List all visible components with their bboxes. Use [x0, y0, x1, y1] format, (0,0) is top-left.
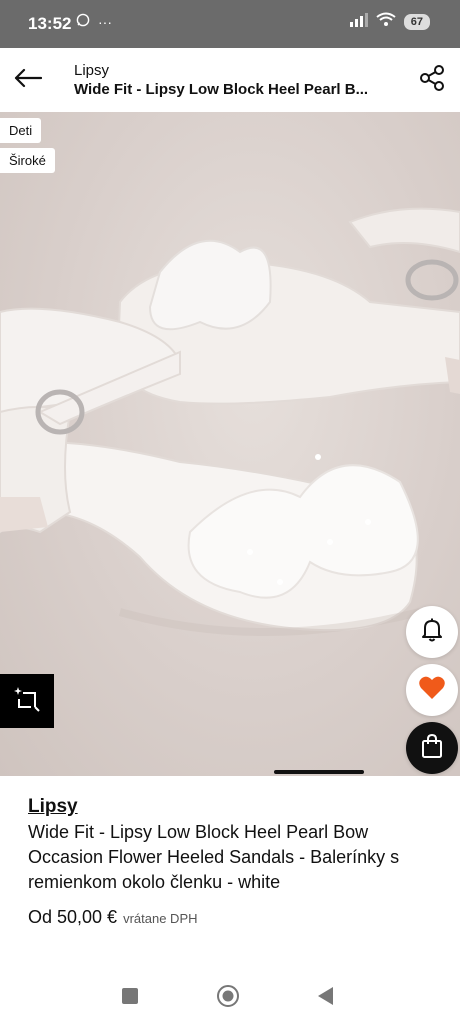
- recents-button[interactable]: [116, 984, 144, 1012]
- app-header: Lipsy Wide Fit - Lipsy Low Block Heel Pe…: [0, 48, 460, 112]
- header-brand: Lipsy: [74, 62, 110, 79]
- system-back-button[interactable]: [312, 984, 340, 1012]
- add-to-bag-button[interactable]: [406, 722, 458, 774]
- battery-icon: 67: [403, 14, 430, 30]
- ai-visual-search-button[interactable]: [0, 674, 54, 728]
- vat-note: vrátane DPH: [123, 911, 198, 926]
- wishlist-button[interactable]: [406, 664, 458, 716]
- tag-siroke[interactable]: Široké: [0, 148, 55, 173]
- product-brand-link[interactable]: Lipsy: [28, 796, 78, 818]
- whatsapp-icon: [76, 13, 90, 30]
- product-name: Wide Fit - Lipsy Low Block Heel Pearl Bo…: [28, 822, 400, 892]
- tag-deti[interactable]: Deti: [0, 118, 42, 143]
- share-icon: [418, 64, 446, 97]
- home-button[interactable]: [214, 984, 242, 1012]
- product-price: Od 50,00 €: [28, 907, 118, 927]
- image-pager-indicator: [274, 770, 364, 774]
- back-triangle-icon: [318, 986, 334, 1010]
- signal-icon: [349, 12, 368, 32]
- system-nav-bar: [0, 970, 460, 1024]
- header-title: Wide Fit - Lipsy Low Block Heel Pearl B.…: [74, 81, 369, 98]
- ai-crop-icon: [13, 685, 41, 718]
- status-dots: ···: [98, 13, 112, 30]
- recents-square-icon: [122, 987, 138, 1009]
- shoes-illustration: [0, 207, 460, 636]
- back-button[interactable]: [10, 62, 46, 98]
- status-left-icons: ···: [76, 13, 112, 30]
- shopping-bag-icon: [420, 733, 444, 764]
- wifi-icon: [376, 12, 396, 32]
- product-image[interactable]: Deti Široké: [0, 112, 460, 776]
- notify-button[interactable]: [406, 606, 458, 658]
- heart-icon: [418, 675, 446, 706]
- back-arrow-icon: [14, 68, 43, 93]
- home-circle-icon: [216, 984, 240, 1013]
- share-button[interactable]: [414, 62, 450, 98]
- status-bar: 13:52 ··· 67: [0, 0, 460, 48]
- status-right-icons: 67: [349, 12, 430, 32]
- status-time: 13:52: [28, 14, 72, 33]
- bell-icon: [420, 617, 444, 648]
- price-row: Od 50,00 € vrátane DPH: [28, 907, 438, 928]
- product-info: Lipsy Wide Fit - Lipsy Low Block Heel Pe…: [28, 796, 438, 928]
